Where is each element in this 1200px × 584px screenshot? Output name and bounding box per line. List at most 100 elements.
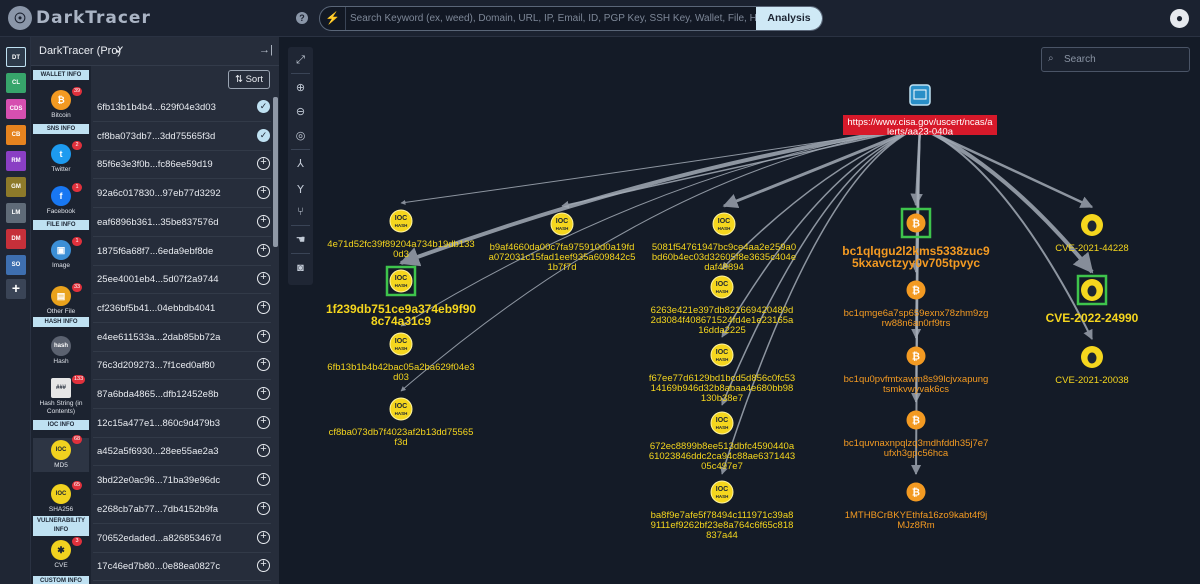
hash-row[interactable]: 25ee4001eb4...5d07f2a9744 + bbox=[93, 266, 271, 295]
sort-button[interactable]: ⇅ Sort bbox=[228, 70, 270, 89]
graph-search-input[interactable] bbox=[1064, 48, 1184, 71]
hash-text: 3bd22e0ac96...71ba39e96dc bbox=[97, 475, 221, 487]
rail-button-cl[interactable]: CL bbox=[6, 73, 26, 93]
hash-row[interactable]: cf236bf5b41...04ebbdb4041 + bbox=[93, 295, 271, 323]
bolt-icon[interactable]: ⚡ bbox=[320, 7, 346, 30]
relation-graph[interactable]: https://www.cisa.gov/uscert/ncas/alerts/… bbox=[279, 37, 1200, 584]
category-hash-string[interactable]: ### Hash String (in Contents) 133 bbox=[33, 375, 89, 416]
category-image[interactable]: ▣ Image 1 bbox=[33, 237, 89, 270]
app-logo[interactable]: ☉ DarkTracer bbox=[8, 6, 151, 30]
add-icon[interactable]: + bbox=[257, 272, 270, 286]
rail-button-dm[interactable]: DM bbox=[6, 229, 26, 249]
category-other-file[interactable]: ▤ Other File 33 bbox=[33, 283, 89, 316]
collapse-panel-icon[interactable]: →| bbox=[259, 44, 273, 56]
add-icon[interactable]: + bbox=[257, 415, 270, 429]
rail-button-dt[interactable]: DT bbox=[6, 47, 26, 67]
ioc-hash-node[interactable]: IOCHASH6263e421e397db821669420489d2d3084… bbox=[651, 275, 794, 336]
hash-row[interactable]: 1875f6a68f7...6eda9ebf8de + bbox=[93, 238, 271, 266]
center-icon[interactable]: ◎ bbox=[288, 125, 313, 147]
hash-text: 6fb13b1b4b4...629f04e3d03 bbox=[97, 102, 216, 113]
add-icon[interactable]: + bbox=[257, 530, 270, 544]
ioc-hash-node[interactable]: IOCHASH4e71d52fc39f89204a734b19db1330d3 bbox=[327, 209, 475, 260]
user-icon[interactable]: ● bbox=[1170, 9, 1189, 28]
hash-row[interactable]: a452a5f6930...28ee55ae2a3 + bbox=[93, 438, 271, 467]
bitcoin-icon: ₿ bbox=[51, 90, 71, 110]
add-icon[interactable]: + bbox=[257, 559, 270, 573]
hash-row[interactable]: 12c15a477e1...860c9d479b3 + bbox=[93, 410, 271, 438]
analysis-button[interactable]: Analysis bbox=[756, 7, 822, 30]
ioc-icon-subtext: HASH bbox=[395, 223, 408, 228]
category-hash[interactable]: hash Hash bbox=[33, 336, 89, 366]
ioc-hash-node[interactable]: IOCHASHf67ee77d6129bd1bcd5d856c0fc531416… bbox=[649, 343, 795, 404]
hash-row[interactable]: cf8ba073db7...3dd75565f3d ✓ bbox=[93, 123, 271, 151]
add-icon[interactable]: + bbox=[257, 157, 270, 171]
keyword-search-input[interactable] bbox=[350, 7, 756, 30]
hash-row[interactable]: e268cb7ab77...7db4152b9fa + bbox=[93, 496, 271, 524]
hash-row[interactable]: 17c46ed7b80...0e88ea0827c + bbox=[93, 553, 271, 582]
add-icon[interactable]: + bbox=[257, 186, 270, 200]
section-sns-info: SNS INFO bbox=[33, 124, 89, 134]
fit-icon[interactable]: ⤢ bbox=[288, 49, 313, 71]
cve-node[interactable]: CVE-2021-44228 bbox=[1055, 214, 1129, 254]
hash-row[interactable]: 3bd22e0ac96...71ba39e96dc + bbox=[93, 467, 271, 496]
add-icon[interactable]: + bbox=[257, 358, 270, 372]
hash-row[interactable]: 92a6c017830...97eb77d3292 + bbox=[93, 180, 271, 209]
hash-text: 85f6e3e3f0b...fc86ee59d19 bbox=[97, 159, 213, 171]
tree-down-icon[interactable]: ⅄ bbox=[288, 153, 313, 175]
tree-up-icon[interactable]: ⅄ bbox=[288, 177, 313, 199]
add-icon[interactable]: + bbox=[257, 387, 270, 400]
edge bbox=[722, 125, 921, 208]
add-icon[interactable]: + bbox=[257, 243, 270, 257]
rail-button-cds[interactable]: CDS bbox=[6, 99, 26, 119]
add-icon[interactable]: + bbox=[257, 214, 270, 228]
rail-button-rm[interactable]: RM bbox=[6, 151, 26, 171]
hash-row[interactable]: 6fb13b1b4b4...629f04e3d03 ✓ bbox=[93, 94, 271, 122]
add-icon[interactable]: + bbox=[257, 473, 270, 487]
rail-button-gm[interactable]: GM bbox=[6, 177, 26, 197]
cve-node[interactable]: CVE-2022-24990 bbox=[1046, 274, 1139, 325]
checked-icon[interactable]: ✓ bbox=[257, 128, 270, 142]
ioc-hash-node[interactable]: IOCHASHcf8ba073db7f4023af2b13dd75565f3d bbox=[329, 397, 474, 448]
node-label: 05c497e7 bbox=[701, 461, 743, 472]
add-icon[interactable]: + bbox=[257, 501, 270, 515]
hash-row[interactable]: 76c3d209273...7f1ced0af80 + bbox=[93, 352, 271, 381]
camera-icon[interactable]: ◙ bbox=[288, 257, 313, 279]
url-node-icon[interactable] bbox=[909, 84, 931, 106]
ioc-hash-node[interactable]: IOCHASH672ec8899b8ee513dbfc4590440a61023… bbox=[649, 411, 795, 472]
rail-button-add[interactable]: + bbox=[6, 279, 26, 299]
rail-button-lm[interactable]: LM bbox=[6, 203, 26, 223]
section-vuln-info: VULNERABILITY INFO bbox=[33, 516, 89, 536]
hash-row[interactable]: e4ee611533a...2dab85bb72a + bbox=[93, 324, 271, 352]
hash-row[interactable]: 85f6e3e3f0b...fc86ee59d19 + bbox=[93, 151, 271, 180]
help-icon[interactable]: ? bbox=[296, 12, 308, 24]
add-icon[interactable]: + bbox=[257, 300, 270, 314]
checked-icon[interactable]: ✓ bbox=[257, 100, 270, 113]
branch-icon[interactable]: ⑂ bbox=[288, 201, 313, 223]
toolbar-separator bbox=[291, 149, 310, 150]
ioc-hash-node[interactable]: IOCHASH6fb13b1b4b42bac05a2ba629f04e3d03 bbox=[327, 332, 475, 383]
list-scrollbar[interactable] bbox=[273, 97, 278, 247]
category-twitter[interactable]: t Twitter 2 bbox=[33, 141, 89, 174]
zoom-in-icon[interactable]: ⊕ bbox=[288, 77, 313, 99]
ioc-hash-node[interactable]: IOCHASHba8f9e7afe5f78494c111971c39a89111… bbox=[651, 480, 794, 541]
category-bitcoin[interactable]: ₿ Bitcoin 39 bbox=[33, 87, 89, 120]
bitcoin-address-node[interactable]: ₿1MTHBCrBKYEthfa16zo9kabt4f9jMJz8Rm bbox=[845, 482, 988, 532]
category-md5[interactable]: IOC MD5 68 bbox=[33, 435, 89, 472]
category-facebook[interactable]: f Facebook 1 bbox=[33, 183, 89, 216]
hash-row[interactable]: 70652edaded...a826853467d + bbox=[93, 525, 271, 553]
hash-row[interactable]: eaf6896b361...35be837576d + bbox=[93, 209, 271, 237]
rail-button-so[interactable]: SO bbox=[6, 255, 26, 275]
ioc-hash-node[interactable]: IOCHASH5081f54761947bc9ce4aa2e259a0bd60b… bbox=[652, 212, 796, 273]
category-sha256[interactable]: IOC SHA256 65 bbox=[33, 481, 89, 514]
hash-row[interactable]: 87a6bda4865...dfb12452e8b + bbox=[93, 381, 271, 409]
section-ioc-info: IOC INFO bbox=[33, 420, 89, 430]
graph-canvas[interactable]: https://www.cisa.gov/uscert/ncas/a lerts/… bbox=[279, 37, 1200, 584]
rail-button-cb[interactable]: CB bbox=[6, 125, 26, 145]
add-icon[interactable]: + bbox=[257, 444, 270, 458]
cve-node[interactable]: CVE-2021-20038 bbox=[1055, 346, 1129, 386]
select-icon[interactable]: ☚ bbox=[288, 229, 313, 251]
zoom-out-icon[interactable]: ⊖ bbox=[288, 101, 313, 123]
category-cve[interactable]: ✱ CVE 3 bbox=[33, 537, 89, 570]
ioc-hash-node[interactable]: IOCHASH1f239db751ce9a374eb9f908c74a31c9 bbox=[326, 265, 476, 328]
add-icon[interactable]: + bbox=[257, 329, 270, 343]
